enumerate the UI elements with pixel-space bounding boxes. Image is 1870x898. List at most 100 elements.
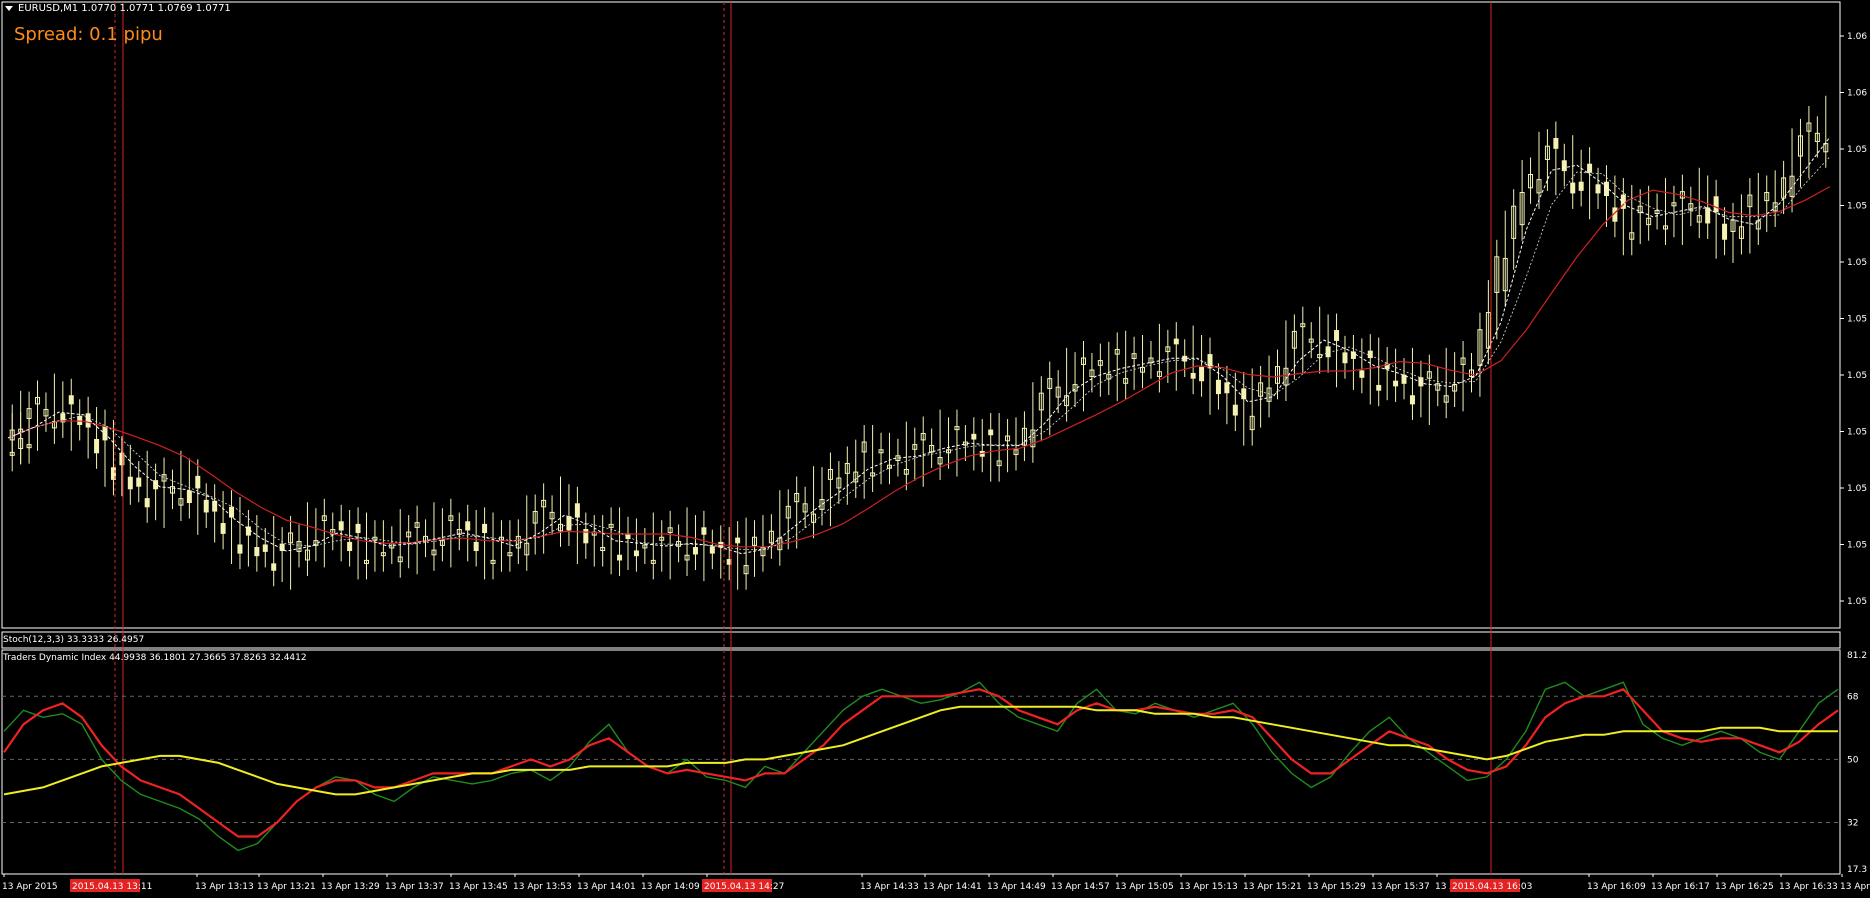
time-tick-label: 13 Apr 13:37 bbox=[385, 882, 444, 892]
candle-body bbox=[127, 476, 133, 490]
time-tick-label: 13 Apr 13:21 bbox=[257, 882, 316, 892]
time-tick-label: 13 Apr 16:33 bbox=[1779, 882, 1838, 892]
time-tick-label: 13 Apr 14:49 bbox=[987, 882, 1046, 892]
price-tick-label: 1.06 bbox=[1847, 32, 1867, 42]
candle-body bbox=[1561, 160, 1567, 172]
price-tick-label: 1.05 bbox=[1847, 371, 1867, 381]
candle-body bbox=[1207, 354, 1213, 369]
tdi-axis-label: 50 bbox=[1847, 755, 1859, 765]
price-tick-label: 1.05 bbox=[1847, 597, 1867, 607]
candle-body bbox=[482, 523, 488, 534]
candle-body bbox=[1325, 346, 1331, 358]
candle-body bbox=[617, 554, 623, 561]
candle-body bbox=[279, 543, 285, 552]
stochastic-indicator-label[interactable]: Stoch(12,3,3) 33.3333 26.4957 bbox=[3, 635, 144, 645]
candle-body bbox=[709, 546, 715, 554]
candle-body bbox=[1705, 207, 1711, 224]
candle-body bbox=[153, 480, 159, 490]
candle-body bbox=[144, 498, 150, 508]
time-tick-label: 13 Apr 16:17 bbox=[1651, 882, 1710, 892]
candle-body bbox=[1409, 395, 1415, 405]
tdi-signal-line bbox=[3, 688, 1839, 838]
symbol-menu-icon[interactable] bbox=[5, 6, 13, 11]
slow-moving-average-line bbox=[7, 186, 1831, 548]
candle-body bbox=[1173, 338, 1179, 345]
candle-body bbox=[136, 477, 142, 487]
time-tick-label: 13 Apr 2015 bbox=[2, 882, 58, 892]
time-tick-label: 13 Apr 14:41 bbox=[923, 882, 982, 892]
candle-body bbox=[347, 541, 353, 552]
candle-body bbox=[94, 438, 100, 454]
price-tick-label: 1.05 bbox=[1847, 428, 1867, 438]
time-tick-label: 13 Apr 15:29 bbox=[1307, 882, 1366, 892]
tdi-axis-label: 32 bbox=[1847, 818, 1858, 828]
candle-body bbox=[473, 541, 479, 552]
candle-body bbox=[1578, 181, 1584, 191]
main-panel-frame bbox=[1, 1, 1841, 629]
time-tick-label: 13 Apr 14:01 bbox=[577, 882, 636, 892]
candle-body bbox=[692, 547, 698, 555]
candle-body bbox=[1603, 181, 1609, 196]
candle-body bbox=[1215, 379, 1221, 395]
symbol-header: EURUSD,M1 1.0770 1.0771 1.0769 1.0771 bbox=[18, 3, 231, 14]
time-tick-label: 13 Apr 13:29 bbox=[321, 882, 380, 892]
candle-body bbox=[338, 521, 344, 531]
candle-body bbox=[203, 499, 209, 513]
time-tick-label: 13 Apr 15:21 bbox=[1243, 882, 1302, 892]
candle-body bbox=[1722, 223, 1728, 240]
time-tick-label: 13 Apr 13:13 bbox=[195, 882, 254, 892]
candle-body bbox=[1587, 163, 1593, 173]
tdi-indicator-label[interactable]: Traders Dynamic Index 44.9938 36.1801 27… bbox=[3, 653, 307, 663]
candle-body bbox=[1393, 380, 1399, 387]
candle-body bbox=[77, 415, 83, 425]
mid-moving-average-line bbox=[7, 156, 1831, 550]
time-tick-label: 13 Apr 16:25 bbox=[1715, 882, 1774, 892]
candle-body bbox=[220, 523, 226, 534]
candle-body bbox=[1713, 196, 1719, 213]
candle-body bbox=[988, 429, 994, 436]
highlighted-time-label: 2015.04.13 14:27 bbox=[704, 882, 784, 892]
time-tick-label: 13 Apr 15:37 bbox=[1371, 882, 1430, 892]
candle-body bbox=[1553, 137, 1559, 149]
time-tick-label: 13 Apr 16:41 bbox=[1840, 882, 1870, 892]
tdi-axis-label: 81.2 bbox=[1847, 651, 1867, 661]
candle-body bbox=[271, 563, 277, 571]
candle-body bbox=[1334, 330, 1340, 341]
candle-body bbox=[1342, 352, 1348, 364]
candle-body bbox=[735, 537, 741, 544]
price-tick-label: 1.06 bbox=[1847, 89, 1867, 99]
tdi-market-base-line bbox=[3, 705, 1838, 796]
time-tick-label: 13 Apr 16:09 bbox=[1587, 882, 1646, 892]
candle-body bbox=[355, 523, 361, 534]
candle-body bbox=[68, 395, 74, 405]
time-tick-label: 13 Apr 13:53 bbox=[513, 882, 572, 892]
price-tick-label: 1.05 bbox=[1847, 484, 1867, 494]
tdi-panel-frame bbox=[1, 649, 1841, 875]
price-tick-label: 1.05 bbox=[1847, 202, 1867, 212]
time-tick-label: 13 Apr 14:57 bbox=[1051, 882, 1110, 892]
candle-body bbox=[633, 550, 639, 557]
candle-body bbox=[1570, 182, 1576, 194]
candle-body bbox=[186, 490, 192, 504]
time-tick-label: 13 Apr 15:13 bbox=[1179, 882, 1238, 892]
candle-body bbox=[237, 544, 243, 554]
price-tick-label: 1.05 bbox=[1847, 315, 1867, 325]
time-tick-label: 13 Apr 15:05 bbox=[1115, 882, 1174, 892]
candle-body bbox=[1595, 184, 1601, 194]
chart-canvas: 1.06 1.06 1.05 1.05 1.05 1.05 1.05 1.05 1.05 1.05… bbox=[1, 1, 1870, 892]
candle-body bbox=[102, 426, 108, 441]
highlighted-time-label: 2015.04.13 13:11 bbox=[72, 882, 152, 892]
time-tick-label: 13 Apr 14:33 bbox=[860, 882, 919, 892]
candle-body bbox=[971, 433, 977, 440]
tdi-axis-label: 17.3 bbox=[1847, 865, 1867, 875]
candle-body bbox=[701, 527, 707, 535]
candle-body bbox=[1367, 350, 1373, 359]
candle-body bbox=[1232, 404, 1238, 416]
price-tick-label: 1.05 bbox=[1847, 541, 1867, 551]
time-tick-label: 13 Apr 14:09 bbox=[641, 882, 700, 892]
fast-moving-average-line bbox=[7, 136, 1831, 555]
tdi-axis-label: 68 bbox=[1847, 692, 1859, 702]
time-tick-label: 13 Apr 13:45 bbox=[449, 882, 508, 892]
tdi-rsi-price-line bbox=[3, 681, 1839, 852]
candle-body bbox=[574, 503, 580, 518]
